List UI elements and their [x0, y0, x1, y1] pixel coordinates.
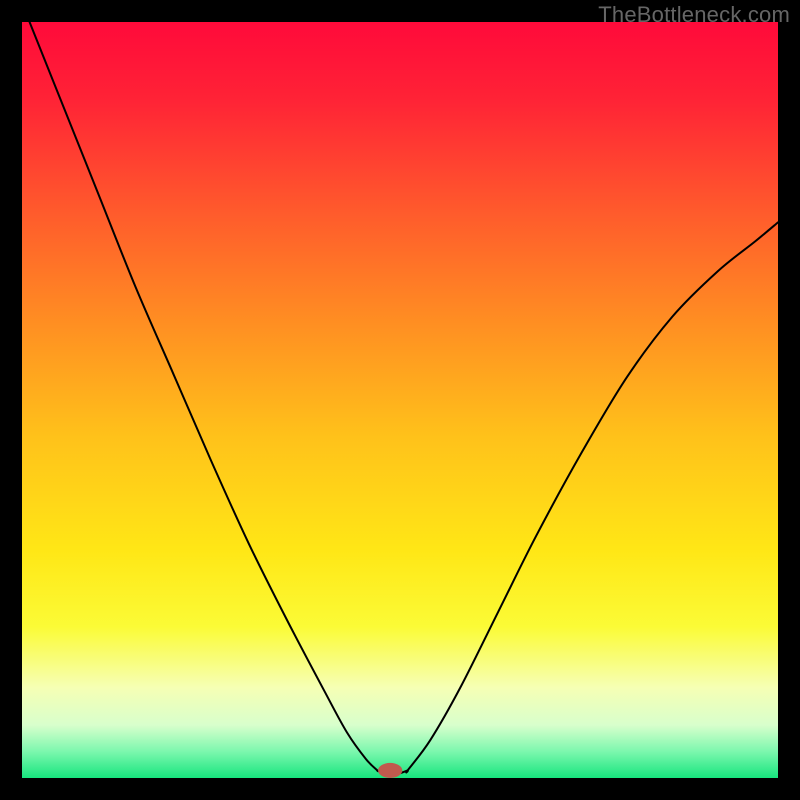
minimum-marker	[378, 763, 402, 778]
chart-frame: TheBottleneck.com	[0, 0, 800, 800]
plot-area	[22, 22, 778, 778]
bottleneck-chart	[22, 22, 778, 778]
watermark-text: TheBottleneck.com	[598, 2, 790, 28]
gradient-background	[22, 22, 778, 778]
